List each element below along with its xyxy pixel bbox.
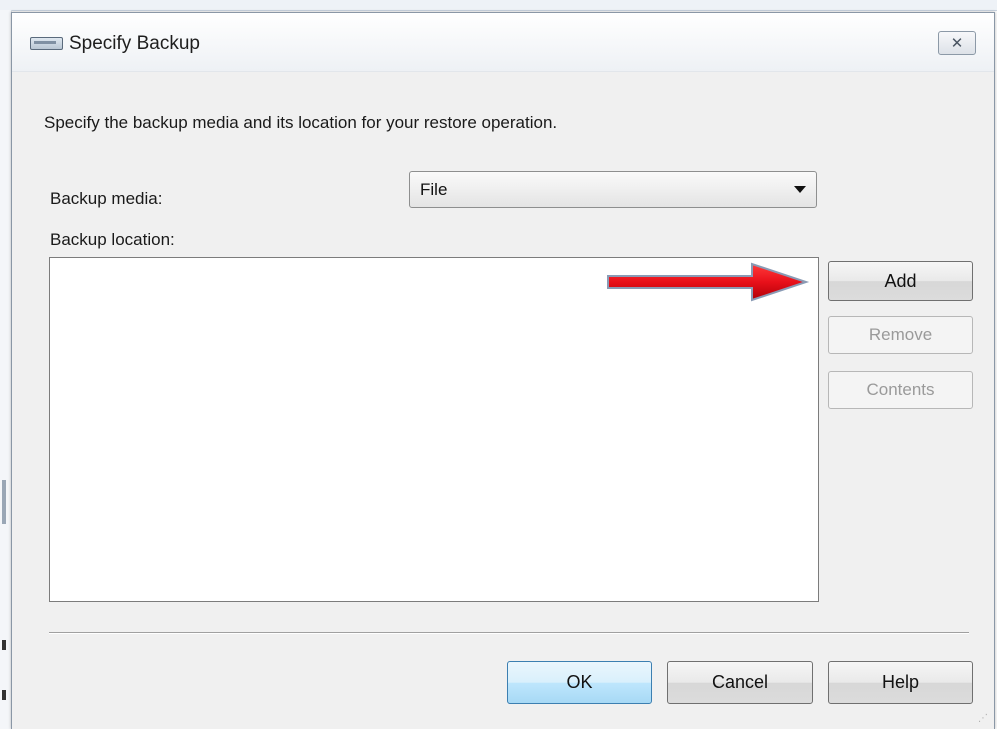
title-bar[interactable]: Specify Backup ✕	[12, 13, 994, 72]
backup-media-value: File	[420, 180, 448, 199]
backup-location-list[interactable]	[49, 257, 819, 602]
background-text-mark	[2, 690, 6, 700]
remove-button-label: Remove	[868, 325, 933, 344]
close-button[interactable]: ✕	[938, 31, 976, 55]
help-button-label: Help	[881, 672, 920, 692]
backup-device-icon	[30, 37, 63, 50]
red-arrow-annotation	[607, 262, 810, 302]
ok-button-label: OK	[566, 672, 593, 692]
instruction-text: Specify the backup media and its locatio…	[44, 113, 558, 132]
ok-button[interactable]: OK	[507, 661, 652, 704]
specify-backup-dialog: Specify Backup ✕ Specify the backup medi…	[11, 12, 995, 729]
remove-button[interactable]: Remove	[828, 316, 973, 354]
backup-media-dropdown[interactable]: File	[409, 171, 817, 208]
screen: Specify Backup ✕ Specify the backup medi…	[0, 0, 997, 729]
background-scroll-mark	[2, 480, 6, 524]
contents-button[interactable]: Contents	[828, 371, 973, 409]
resize-grip-icon[interactable]: ⋰	[978, 713, 990, 725]
contents-button-label: Contents	[866, 380, 935, 399]
close-icon: ✕	[950, 34, 964, 52]
backup-location-label: Backup location:	[50, 230, 175, 249]
footer-separator	[49, 632, 969, 634]
add-button[interactable]: Add	[828, 261, 973, 301]
dialog-body: Specify the backup media and its locatio…	[12, 72, 994, 729]
background-toolbar	[0, 0, 997, 11]
chevron-down-icon[interactable]	[794, 186, 806, 193]
dialog-title: Specify Backup	[69, 33, 200, 54]
background-text-mark	[2, 640, 6, 650]
cancel-button-label: Cancel	[711, 672, 769, 692]
add-button-label: Add	[884, 271, 917, 291]
cancel-button[interactable]: Cancel	[667, 661, 813, 704]
help-button[interactable]: Help	[828, 661, 973, 704]
backup-media-label: Backup media:	[50, 189, 163, 208]
arrow-shape	[607, 262, 810, 302]
